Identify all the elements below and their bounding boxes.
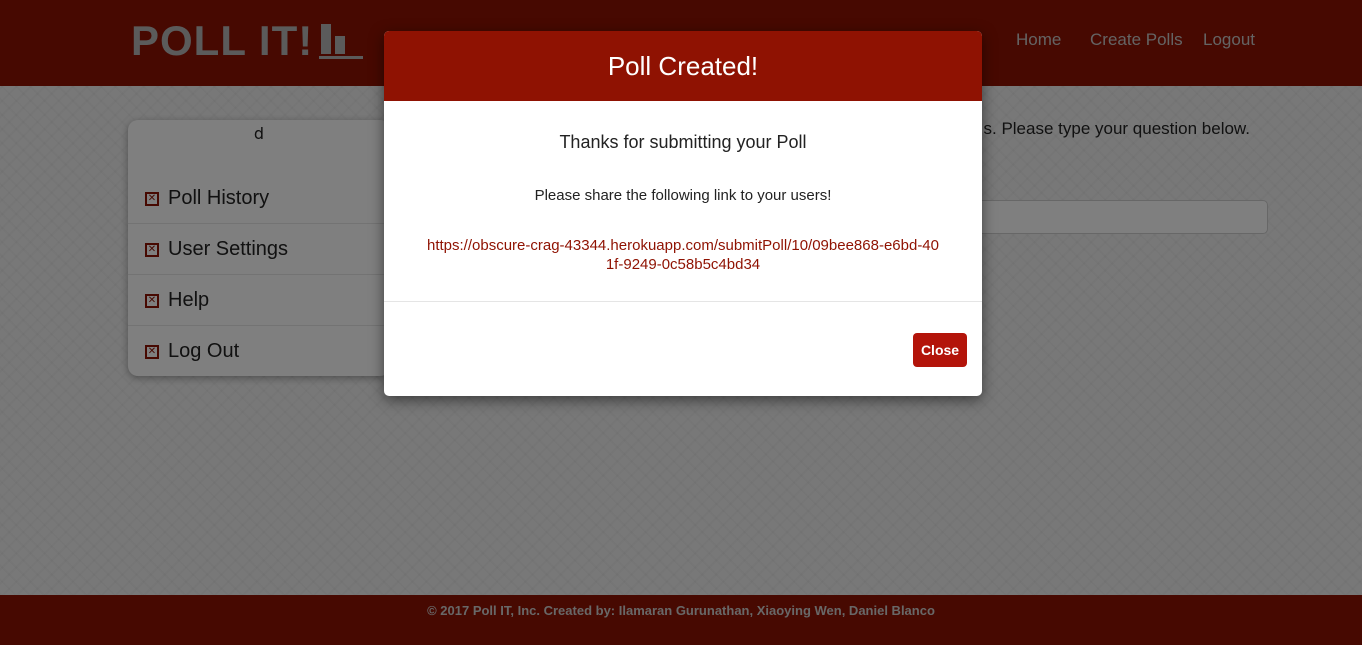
modal-share-text: Please share the following link to your … (534, 187, 832, 204)
poll-created-modal: Poll Created! Thanks for submitting your… (384, 31, 982, 396)
modal-title: Poll Created! (607, 51, 759, 81)
close-button[interactable]: Close (913, 333, 967, 367)
modal-divider (384, 301, 982, 302)
poll-share-link[interactable]: https://obscure-crag-43344.herokuapp.com… (424, 236, 942, 274)
modal-subtitle: Thanks for submitting your Poll (559, 132, 807, 152)
modal-header: Poll Created! (384, 31, 982, 101)
